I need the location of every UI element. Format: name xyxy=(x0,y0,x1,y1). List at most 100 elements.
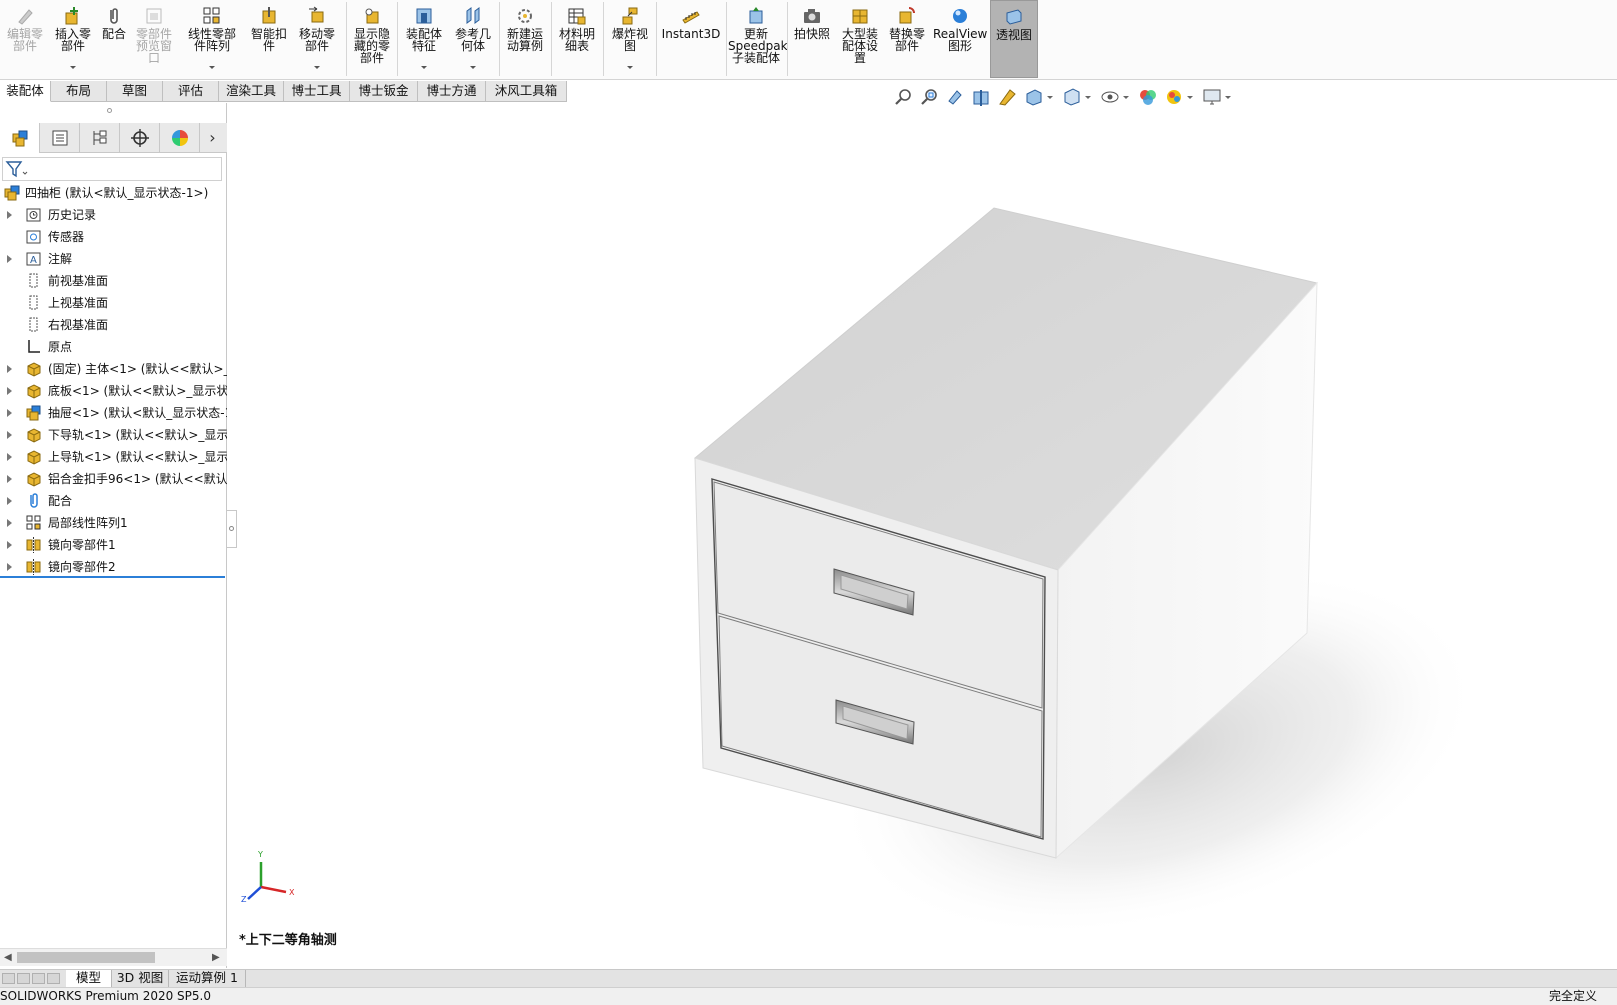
tab-boshi-tools[interactable]: 博士工具 xyxy=(284,81,350,102)
tab-mufeng-toolbox[interactable]: 沐风工具箱 xyxy=(486,81,567,102)
expand-arrow-icon[interactable] xyxy=(7,563,12,571)
insert-components-button[interactable]: 插入零 部件 xyxy=(50,0,96,78)
instant3d-button[interactable]: Instant3D xyxy=(659,0,723,78)
color-wheel-icon xyxy=(171,129,188,146)
tab-layout[interactable]: 布局 xyxy=(51,81,107,102)
assembly-feature-icon xyxy=(416,8,432,24)
expand-arrow-icon[interactable] xyxy=(7,255,12,263)
panel-splitter-handle[interactable] xyxy=(107,108,112,113)
expand-arrow-icon[interactable] xyxy=(7,519,12,527)
take-snapshot-button[interactable]: 拍快照 xyxy=(789,0,835,78)
tree-filter[interactable] xyxy=(2,157,222,181)
dropdown-arrow-icon[interactable] xyxy=(314,66,320,69)
assembly-features-button[interactable]: 装配体 特征 xyxy=(400,0,448,78)
tree-item[interactable]: 底板<1> (默认<<默认>_显示状态 xyxy=(0,380,227,402)
tab-featuremanager[interactable] xyxy=(0,123,40,153)
perspective-button[interactable]: 透视图 xyxy=(990,0,1038,78)
expand-arrow-icon[interactable] xyxy=(7,431,12,439)
bill-of-materials-button[interactable]: 材料明 细表 xyxy=(553,0,601,78)
tree-item[interactable]: 下导轨<1> (默认<<默认>_显示状 xyxy=(0,424,227,446)
history-icon xyxy=(26,208,41,222)
mate-button[interactable]: 配合 xyxy=(97,0,131,78)
tree-item[interactable]: 配合 xyxy=(0,490,227,512)
dropdown-arrow-icon[interactable] xyxy=(1123,95,1129,99)
tab-boshi-sheetmetal[interactable]: 博士钣金 xyxy=(350,81,418,102)
tab-render-tools[interactable]: 渲染工具 xyxy=(219,81,284,102)
dropdown-arrow-icon[interactable] xyxy=(70,66,76,69)
tree-item[interactable]: 原点 xyxy=(0,336,227,358)
tab-motion-study-1[interactable]: 运动算例 1 xyxy=(169,970,246,987)
realview-sphere-icon xyxy=(953,9,967,23)
prev-tab-icon[interactable] xyxy=(17,973,30,984)
tree-item[interactable]: 镜向零部件1 xyxy=(0,534,227,556)
tree-item[interactable]: 上视基准面 xyxy=(0,292,227,314)
tab-propertymanager[interactable] xyxy=(40,123,80,152)
tree-root-assembly[interactable]: 四抽柜 (默认<默认_显示状态-1>) xyxy=(0,182,227,204)
scrollbar-thumb[interactable] xyxy=(17,952,155,963)
replace-components-button[interactable]: 替换零 部件 xyxy=(884,0,930,78)
part-icon xyxy=(27,428,41,443)
dropdown-arrow-icon[interactable] xyxy=(470,66,476,69)
reference-geometry-button[interactable]: 参考几 何体 xyxy=(450,0,496,78)
update-speedpak-button[interactable]: 更新 Speedpak 子装配体 xyxy=(727,0,788,78)
show-hidden-components-button[interactable]: 显示隐 藏的零 部件 xyxy=(349,0,395,78)
component-preview-button[interactable]: 零部件 预览窗 口 xyxy=(133,0,175,78)
smart-fasteners-button[interactable]: 智能扣 件 xyxy=(246,0,292,78)
tree-item[interactable]: 历史记录 xyxy=(0,204,227,226)
expand-arrow-icon[interactable] xyxy=(7,211,12,219)
exploded-view-button[interactable]: 爆炸视 图 xyxy=(605,0,655,78)
dropdown-arrow-icon[interactable] xyxy=(1225,95,1231,99)
large-assembly-settings-button[interactable]: 大型装 配体设 置 xyxy=(836,0,884,78)
svg-text:A: A xyxy=(30,255,37,266)
model-canvas[interactable]: Y X Z xyxy=(228,103,1617,969)
expand-arrow-icon[interactable] xyxy=(7,409,12,417)
realview-graphics-button[interactable]: RealView 图形 xyxy=(932,0,988,78)
tab-model[interactable]: 模型 xyxy=(66,970,112,987)
tab-displaymanager[interactable] xyxy=(160,123,200,152)
first-tab-icon[interactable] xyxy=(2,973,15,984)
tree-item[interactable]: 传感器 xyxy=(0,226,227,248)
graphics-area[interactable]: Y X Z *上下二等角轴测 xyxy=(228,103,1617,969)
scroll-right-icon[interactable]: ▶ xyxy=(212,952,220,963)
next-tab-icon[interactable] xyxy=(32,973,45,984)
edit-component-button[interactable]: 编辑零 部件 xyxy=(2,0,48,78)
tree-item[interactable]: A 注解 xyxy=(0,248,227,270)
dropdown-arrow-icon[interactable] xyxy=(421,66,427,69)
scroll-left-icon[interactable]: ◀ xyxy=(4,952,12,963)
tree-item[interactable]: 右视基准面 xyxy=(0,314,227,336)
last-tab-icon[interactable] xyxy=(47,973,60,984)
tab-sketch[interactable]: 草图 xyxy=(107,81,163,102)
expand-arrow-icon[interactable] xyxy=(7,475,12,483)
expand-arrow-icon[interactable] xyxy=(7,541,12,549)
filter-funnel-icon[interactable] xyxy=(5,159,29,179)
tree-horizontal-scrollbar[interactable]: ◀ ▶ xyxy=(0,948,227,966)
expand-arrow-icon[interactable] xyxy=(7,497,12,505)
tab-boshi-tube[interactable]: 博士方通 xyxy=(418,81,486,102)
expand-arrow-icon[interactable] xyxy=(7,453,12,461)
dropdown-arrow-icon[interactable] xyxy=(209,66,215,69)
expand-arrow-icon[interactable] xyxy=(7,387,12,395)
tree-item[interactable]: 铝合金扣手96<1> (默认<<默认> xyxy=(0,468,227,490)
new-motion-study-button[interactable]: 新建运 动算例 xyxy=(502,0,548,78)
tree-item-label: 上导轨<1> (默认<<默认>_显示状 xyxy=(48,450,227,464)
expand-arrow-icon[interactable] xyxy=(7,365,12,373)
tab-3d-view[interactable]: 3D 视图 xyxy=(112,970,169,987)
tab-configurationmanager[interactable] xyxy=(80,123,120,152)
tree-item[interactable]: 前视基准面 xyxy=(0,270,227,292)
more-tabs-chevron-icon[interactable]: › xyxy=(200,123,225,152)
dropdown-arrow-icon[interactable] xyxy=(1085,95,1091,99)
tab-assembly[interactable]: 装配体 xyxy=(0,81,51,102)
dropdown-arrow-icon[interactable] xyxy=(1047,95,1053,99)
tree-item[interactable]: 上导轨<1> (默认<<默认>_显示状 xyxy=(0,446,227,468)
dropdown-arrow-icon[interactable] xyxy=(627,66,633,69)
tab-evaluate[interactable]: 评估 xyxy=(163,81,219,102)
dropdown-arrow-icon[interactable] xyxy=(1187,95,1193,99)
linear-pattern-button[interactable]: 线性零部 件阵列 xyxy=(180,0,244,78)
tree-item[interactable]: (固定) 主体<1> (默认<<默认>_显示状态 xyxy=(0,358,227,380)
move-component-button[interactable]: 移动零 部件 xyxy=(293,0,341,78)
tab-dimxpertmanager[interactable] xyxy=(120,123,160,152)
tree-item[interactable]: 抽屉<1> (默认<默认_显示状态-1 xyxy=(0,402,227,424)
assembly-tree-icon xyxy=(12,130,27,147)
tree-item[interactable]: 镜向零部件2 xyxy=(0,556,227,578)
tree-item[interactable]: 局部线性阵列1 xyxy=(0,512,227,534)
